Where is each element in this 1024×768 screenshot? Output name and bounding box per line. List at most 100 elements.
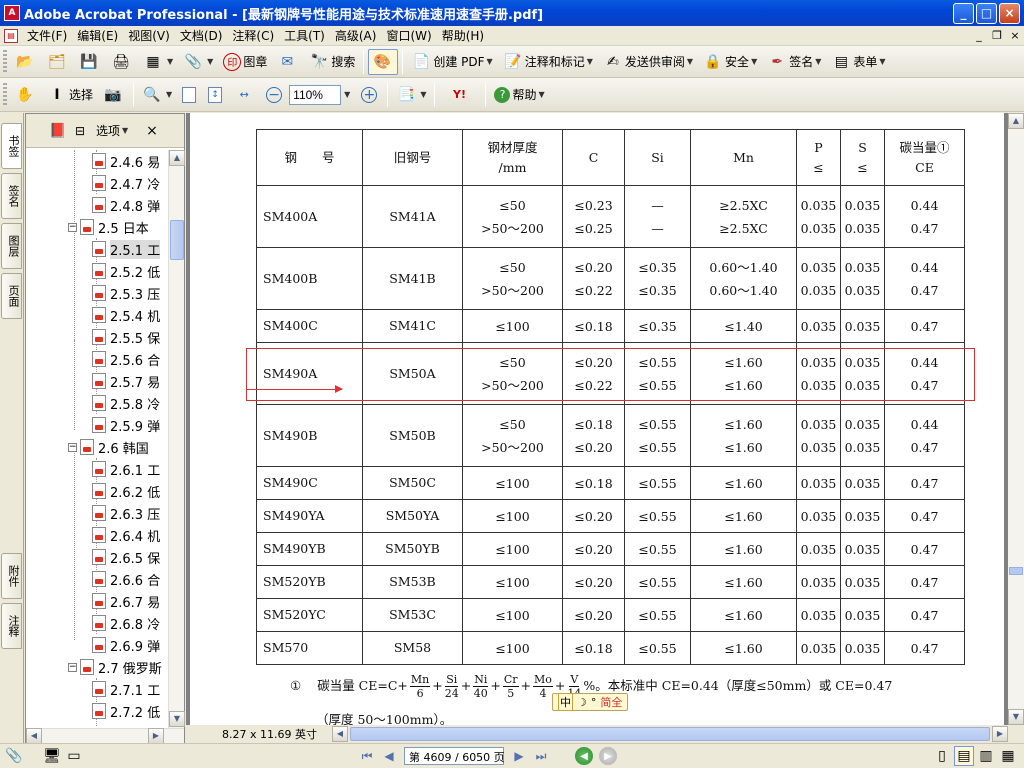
comment-markup-button[interactable]: 📝 注释和标记 ▼ (499, 49, 597, 75)
bookmark-item[interactable]: 2.5.4 机 (92, 304, 160, 326)
sign-button[interactable]: ✒ 签名 ▼ (763, 49, 825, 75)
rotate-button[interactable]: 📑 ▼ (392, 82, 430, 108)
hand-tool-button[interactable]: ✋ (11, 82, 41, 108)
menu-file[interactable]: 文件(F) (22, 27, 72, 44)
ime-toolbar[interactable]: 中 ☽ ° 简全 (552, 693, 629, 711)
bookmark-item[interactable]: 2.5.5 保 (92, 326, 160, 348)
bookmark-item[interactable]: 2.5.3 压 (92, 282, 160, 304)
color-picker-button[interactable]: 🎨 (368, 48, 399, 75)
stamp-button[interactable]: 印图章 (219, 49, 271, 75)
pdf-page[interactable]: 钢 号 旧钢号 钢材厚度 /mm C Si Mn P ≤ S ≤ 碳当量① CE… (190, 113, 1004, 725)
bookmark-item[interactable]: 2.5.1 工 (92, 238, 161, 260)
create-pdf-button[interactable]: 📄 创建 PDF ▼ (407, 49, 496, 75)
bookmark-item[interactable]: − 2.5 日本 (68, 216, 149, 238)
bookmarks-scrollbar[interactable]: ▲ ▼ (168, 150, 185, 728)
document-scrollbar[interactable]: ▲ ▼ (1008, 113, 1024, 725)
bookmark-book-icon[interactable]: 📕 (48, 121, 68, 141)
bookmark-item[interactable]: 2.6.8 冷 (92, 612, 160, 634)
previous-page-button[interactable]: ◀ (378, 746, 400, 766)
menu-help[interactable]: 帮助(H) (437, 27, 489, 44)
zoom-input[interactable] (289, 84, 342, 105)
tab-comments[interactable]: 注释 (1, 603, 22, 649)
menu-window[interactable]: 窗口(W) (381, 27, 436, 44)
page-layout-icon[interactable]: ▭ (64, 746, 84, 766)
scroll-down-arrow-icon[interactable]: ▼ (169, 711, 185, 727)
toolbar-grip[interactable] (3, 82, 7, 107)
bookmark-item[interactable]: 2.5.6 合 (92, 348, 160, 370)
continuous-facing-icon[interactable]: ▦ (998, 746, 1018, 766)
bookmark-item[interactable]: 2.4.7 冷 (92, 172, 160, 194)
yahoo-button[interactable]: Y! (439, 82, 481, 108)
document-hscroll-thumb[interactable] (350, 727, 990, 741)
continuous-icon[interactable]: ▤ (954, 746, 974, 766)
zoom-dropdown-icon[interactable]: ▼ (344, 90, 350, 99)
attach-button[interactable]: 📎 ▼ (179, 49, 217, 75)
tab-bookmarks[interactable]: 书签 (1, 123, 22, 169)
bookmark-item[interactable]: − 2.6 韩国 (68, 436, 149, 458)
collapse-toggle-icon[interactable]: − (68, 442, 77, 452)
bookmark-item[interactable]: 2.6.5 保 (92, 546, 160, 568)
first-page-button[interactable]: ⏮ (356, 746, 378, 766)
single-page-icon[interactable]: ▯ (932, 746, 952, 766)
last-page-button[interactable]: ⏭ (530, 746, 552, 766)
page-number-field[interactable]: 第 4609 / 6050 页 (404, 747, 505, 765)
tab-pages[interactable]: 页面 (1, 273, 22, 319)
delete-bookmark-icon[interactable]: ⊟ (70, 121, 90, 141)
close-button[interactable]: × (999, 2, 1020, 24)
bookmarks-close-button[interactable]: × (146, 123, 158, 139)
bookmark-item[interactable]: 2.6.1 工 (92, 458, 160, 480)
security-button[interactable]: 🔒 安全 ▼ (699, 49, 761, 75)
menu-document[interactable]: 文档(D) (175, 27, 228, 44)
scroll-down-arrow-icon[interactable]: ▼ (1008, 709, 1024, 725)
toolbar-grip[interactable] (3, 49, 7, 74)
bookmark-item[interactable]: 2.6.6 合 (92, 568, 160, 590)
scroll-left-arrow-icon[interactable]: ◀ (26, 728, 42, 744)
menu-comments[interactable]: 注释(C) (227, 27, 279, 44)
bookmark-item[interactable]: 2.7.2 低 (92, 700, 160, 722)
bookmark-item[interactable]: 2.4.8 弹 (92, 194, 160, 216)
scroll-right-arrow-icon[interactable]: ▶ (992, 726, 1008, 742)
ime-mode[interactable]: 中 (558, 693, 573, 711)
chevron-down-icon[interactable]: ▼ (122, 126, 128, 135)
collapse-toggle-icon[interactable]: − (68, 662, 77, 672)
zoom-out-button[interactable]: − (262, 82, 288, 108)
tab-signatures[interactable]: 签名 (1, 173, 22, 219)
forms-button[interactable]: ▤ 表单 ▼ (827, 49, 889, 75)
doc-minimize-button[interactable]: _ (971, 29, 987, 43)
scroll-up-arrow-icon[interactable]: ▲ (169, 150, 185, 166)
tab-attachments[interactable]: 附件 (1, 553, 22, 599)
paperclip-icon[interactable]: 📎 (4, 746, 24, 766)
bookmark-item[interactable]: 2.6.7 易 (92, 590, 160, 612)
tasks-button[interactable]: ▦ ▼ (139, 49, 177, 75)
document-icon[interactable]: ▤ (4, 28, 18, 43)
scroll-up-arrow-icon[interactable]: ▲ (1008, 113, 1024, 129)
menu-edit[interactable]: 编辑(E) (72, 27, 123, 44)
bookmarks-hscrollbar[interactable]: ◀ ▶ (26, 728, 184, 744)
collapse-toggle-icon[interactable]: − (68, 222, 77, 232)
ime-moon-icon[interactable]: ☽ (577, 696, 587, 709)
bookmark-item[interactable]: 2.6.9 弹 (92, 634, 160, 656)
bookmark-item[interactable]: 2.4.6 易 (92, 150, 160, 172)
ime-punct[interactable]: ° (591, 696, 597, 709)
previous-view-button[interactable]: ◀ (575, 747, 593, 765)
doc-close-button[interactable]: × (1007, 29, 1023, 43)
title-bar[interactable]: A Adobe Acrobat Professional - [最新钢牌号性能用… (0, 0, 1024, 26)
fit-width-button[interactable]: ↔ (230, 82, 260, 108)
scroll-left-arrow-icon[interactable]: ◀ (332, 726, 348, 742)
bookmark-item[interactable]: − 2.7 俄罗斯 (68, 656, 162, 678)
next-page-button[interactable]: ▶ (508, 746, 530, 766)
next-view-button[interactable]: ▶ (599, 747, 617, 765)
help-button[interactable]: ? 帮助 ▼ (490, 82, 548, 108)
bookmark-item[interactable]: 2.5.8 冷 (92, 392, 160, 414)
email-button[interactable]: ✉ (273, 49, 303, 75)
bookmark-item[interactable]: 2.7.1 工 (92, 678, 160, 700)
ime-charset[interactable]: 简全 (600, 694, 622, 710)
menu-advanced[interactable]: 高级(A) (330, 27, 382, 44)
facing-icon[interactable]: ▥ (976, 746, 996, 766)
bookmark-item[interactable]: 2.6.4 机 (92, 524, 160, 546)
document-scroll-thumb[interactable] (1009, 567, 1023, 575)
bookmark-item[interactable]: 2.5.2 低 (92, 260, 160, 282)
search-button[interactable]: 🔭 搜索 (305, 49, 359, 75)
tab-layers[interactable]: 图层 (1, 223, 22, 269)
open-button[interactable]: 📂 (11, 49, 41, 75)
